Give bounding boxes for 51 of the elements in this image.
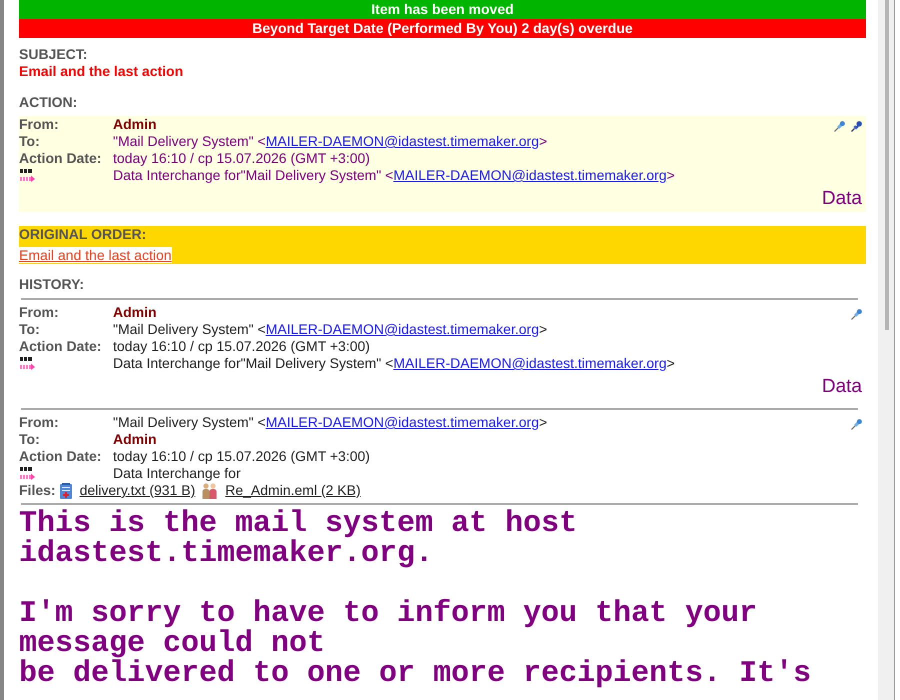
arrow-icon bbox=[20, 467, 35, 480]
section-heading: ORIGINAL ORDER: bbox=[19, 226, 148, 243]
status-banner: Item has been moved bbox=[19, 0, 866, 19]
scrollbar-thumb[interactable] bbox=[885, 0, 889, 330]
data-link[interactable]: Data bbox=[822, 188, 862, 209]
pushpin-icon[interactable] bbox=[851, 419, 862, 430]
action-date: today 16:10 / cp 15.07.2026 (GMT +3:00) bbox=[113, 150, 370, 167]
contact-address: "Mail Delivery System" <MAILER-DAEMON@idastest.timemaker.org> bbox=[113, 133, 548, 150]
scrollbar[interactable] bbox=[878, 0, 895, 700]
user-name: Admin bbox=[113, 116, 157, 133]
field-label: From: bbox=[19, 116, 59, 133]
status-banner: Beyond Target Date (Performed By You) 2 day(s) overdue bbox=[19, 19, 866, 38]
email-link[interactable]: MAILER-DAEMON@idastest.timemaker.org bbox=[393, 167, 667, 183]
subject-text: Email and the last action bbox=[19, 63, 184, 80]
user-name: Admin bbox=[113, 304, 157, 321]
order-link[interactable]: Email and the last action bbox=[19, 247, 172, 263]
data-link[interactable]: Data bbox=[822, 376, 862, 397]
contact-address: "Mail Delivery System" <MAILER-DAEMON@idastest.timemaker.org> bbox=[113, 321, 548, 338]
field-label: Action Date: bbox=[19, 150, 102, 167]
section-heading: HISTORY: bbox=[19, 276, 86, 293]
pushpin-icon[interactable] bbox=[834, 121, 845, 132]
section-heading: SUBJECT: bbox=[19, 46, 88, 63]
email-link[interactable]: MAILER-DAEMON@idastest.timemaker.org bbox=[266, 414, 539, 430]
action-date: today 16:10 / cp 15.07.2026 (GMT +3:00) bbox=[113, 448, 370, 465]
pushpin-icon[interactable] bbox=[851, 309, 862, 320]
file-link[interactable]: delivery.txt (931 B) bbox=[80, 482, 196, 499]
field-label: From: bbox=[19, 414, 59, 431]
interchange-text: Data Interchange for"Mail Delivery System" <MAILER-DAEMON@idastest.timemaker.org> bbox=[113, 355, 675, 372]
section-heading: ACTION: bbox=[19, 94, 78, 111]
field-label: To: bbox=[19, 321, 40, 338]
field-label: To: bbox=[19, 431, 40, 448]
user-name: Admin bbox=[113, 431, 157, 448]
message-body: This is the mail system at host idastest.timemaker.org. I'm sorry to have to inform you that your message could not be delivered to one or more recipients. It's bbox=[19, 509, 812, 689]
files-label: Files: bbox=[19, 482, 56, 499]
field-label: Action Date: bbox=[19, 448, 102, 465]
interchange-text: Data Interchange for"Mail Delivery System" <MAILER-DAEMON@idastest.timemaker.org> bbox=[113, 167, 675, 184]
email-link[interactable]: MAILER-DAEMON@idastest.timemaker.org bbox=[393, 355, 667, 371]
email-link[interactable]: MAILER-DAEMON@idastest.timemaker.org bbox=[266, 321, 539, 337]
file-link[interactable]: Re_Admin.eml (2 KB) bbox=[225, 482, 361, 499]
people-icon bbox=[202, 482, 218, 498]
notepad-icon bbox=[60, 482, 72, 498]
field-label: Action Date: bbox=[19, 338, 102, 355]
interchange-text: Data Interchange for bbox=[113, 465, 241, 482]
contact-address: "Mail Delivery System" <MAILER-DAEMON@idastest.timemaker.org> bbox=[113, 414, 548, 431]
action-date: today 16:10 / cp 15.07.2026 (GMT +3:00) bbox=[113, 338, 370, 355]
arrow-icon bbox=[20, 357, 35, 370]
field-label: From: bbox=[19, 304, 59, 321]
arrow-icon bbox=[20, 169, 35, 182]
pushpin-icon[interactable] bbox=[851, 121, 862, 132]
field-label: To: bbox=[19, 133, 40, 150]
email-link[interactable]: MAILER-DAEMON@idastest.timemaker.org bbox=[266, 133, 539, 149]
